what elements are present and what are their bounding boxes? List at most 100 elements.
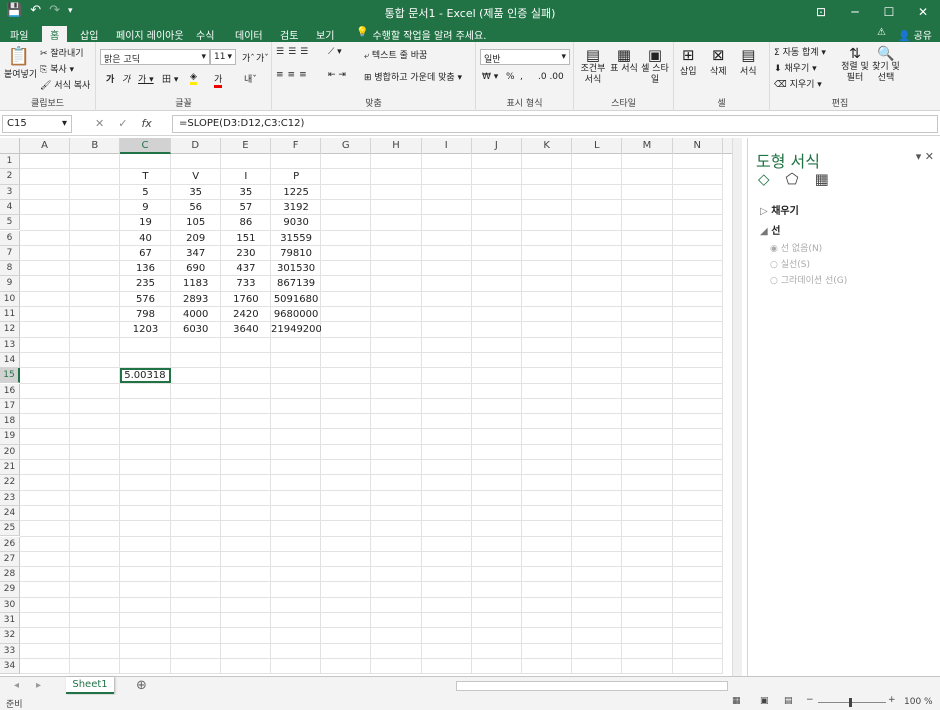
function-icon[interactable]: fx <box>141 117 151 130</box>
conditional-format-button[interactable]: ▤ 조건부 서식 <box>578 46 608 86</box>
table-cell[interactable]: 1760 <box>221 292 271 307</box>
row-header-32[interactable]: 32 <box>0 628 20 644</box>
comma-button[interactable]: , <box>520 72 523 82</box>
close-button[interactable]: ✕ <box>906 0 940 24</box>
table-cell[interactable]: 67 <box>120 246 170 261</box>
merge-center-button[interactable]: ⊞ 병합하고 가운데 맞춤 ▾ <box>364 70 462 83</box>
insert-cells-button[interactable]: ⊞ 삽입 <box>680 46 697 77</box>
table-cell[interactable]: 35 <box>171 185 221 200</box>
row-header-15[interactable]: 15 <box>0 368 20 384</box>
row-header-1[interactable]: 1 <box>0 154 20 170</box>
row-header-19[interactable]: 19 <box>0 429 20 445</box>
format-painter-button[interactable]: 🖌 서식 복사 <box>40 78 90 91</box>
phonetic-button[interactable]: 내ˇ <box>244 72 257 85</box>
font-color-button[interactable]: 가 <box>214 72 223 88</box>
font-name-dropdown[interactable]: 맑은 고딕 ▾ <box>100 49 210 65</box>
table-header-cell[interactable]: I <box>221 169 271 184</box>
close-icon[interactable]: ✕ <box>925 150 934 163</box>
table-header-cell[interactable]: V <box>171 169 221 184</box>
column-header-c[interactable]: C <box>120 138 171 154</box>
underline-button[interactable]: 가 ▾ <box>138 72 154 85</box>
prev-sheet-icon[interactable]: ◂ <box>14 680 19 691</box>
row-header-10[interactable]: 10 <box>0 291 20 307</box>
table-cell[interactable]: 5 <box>120 185 170 200</box>
row-header-3[interactable]: 3 <box>0 184 20 200</box>
zoom-slider-thumb[interactable] <box>849 698 852 707</box>
table-cell[interactable]: 79810 <box>271 246 321 261</box>
border-button[interactable]: 田 ▾ <box>162 72 178 85</box>
selected-cell[interactable]: 5.00318 <box>120 368 171 384</box>
orientation-icon[interactable]: ⟋ ▾ <box>328 47 342 57</box>
line-option-none[interactable]: ◉ 선 없음(N) <box>770 241 847 257</box>
row-header-28[interactable]: 28 <box>0 567 20 583</box>
table-cell[interactable]: 57 <box>221 200 271 215</box>
row-header-23[interactable]: 23 <box>0 490 20 506</box>
table-cell[interactable]: 235 <box>120 276 170 291</box>
vertical-align-icons[interactable]: ☰☰☰ <box>276 47 312 57</box>
table-cell[interactable]: 2420 <box>221 307 271 322</box>
row-header-7[interactable]: 7 <box>0 245 20 262</box>
row-header-22[interactable]: 22 <box>0 475 20 491</box>
find-select-button[interactable]: 🔍 찾기 및 선택 <box>870 46 902 84</box>
worksheet-grid[interactable]: ABCDEFGHIJKLMN 1 2 3 4 5 6 7 8 9 10 11 12 13 14 15 16 17… <box>0 138 732 675</box>
row-header-4[interactable]: 4 <box>0 199 20 216</box>
row-header-26[interactable]: 26 <box>0 536 20 552</box>
column-header-h[interactable]: H <box>371 138 422 154</box>
table-cell[interactable]: 1225 <box>271 185 321 200</box>
fill-line-icon[interactable]: ◇ <box>758 170 770 188</box>
table-cell[interactable]: 6030 <box>171 322 221 337</box>
table-cell[interactable]: 21949200 <box>271 322 321 337</box>
grow-font-button[interactable]: 가ˆ <box>242 51 255 64</box>
zoom-slider[interactable] <box>818 702 886 703</box>
indent-icons[interactable]: ⇤ ⇥ <box>328 70 346 80</box>
row-header-18[interactable]: 18 <box>0 414 20 430</box>
row-header-11[interactable]: 11 <box>0 307 20 323</box>
row-header-24[interactable]: 24 <box>0 505 20 522</box>
table-header-cell[interactable]: T <box>120 169 170 184</box>
maximize-button[interactable]: ☐ <box>872 0 906 24</box>
italic-button[interactable]: 가 <box>122 72 130 85</box>
table-cell[interactable]: 105 <box>171 215 221 230</box>
table-cell[interactable]: 151 <box>221 231 271 246</box>
column-header-n[interactable]: N <box>673 138 723 154</box>
tell-me-box[interactable]: 💡 수행할 작업을 알려 주세요. <box>348 26 494 42</box>
line-option-gradient[interactable]: ○ 그라데이션 선(G) <box>770 273 847 289</box>
horizontal-scrollbar[interactable] <box>456 681 728 691</box>
column-header-f[interactable]: F <box>271 138 322 154</box>
tab-page-layout[interactable]: 페이지 레이아웃 <box>108 26 192 42</box>
effects-icon[interactable]: ⬠ <box>786 170 799 188</box>
number-format-dropdown[interactable]: 일반 ▾ <box>480 49 570 65</box>
table-cell[interactable]: 136 <box>120 261 170 276</box>
minimize-button[interactable]: ─ <box>838 0 872 24</box>
table-cell[interactable]: 798 <box>120 307 170 322</box>
table-header-cell[interactable]: P <box>271 169 321 184</box>
row-header-5[interactable]: 5 <box>0 215 20 231</box>
column-header-g[interactable]: G <box>321 138 372 154</box>
row-header-16[interactable]: 16 <box>0 383 20 399</box>
column-header-b[interactable]: B <box>70 138 121 154</box>
table-cell[interactable]: 9680000 <box>271 307 321 322</box>
row-header-2[interactable]: 2 <box>0 169 20 185</box>
copy-button[interactable]: ⎘ 복사 ▾ <box>40 62 74 75</box>
shrink-font-button[interactable]: 가ˇ <box>256 51 269 64</box>
clear-button[interactable]: ⌫ 지우기 ▾ <box>774 77 822 90</box>
line-option-solid[interactable]: ○ 실선(S) <box>770 257 847 273</box>
font-size-dropdown[interactable]: 11 ▾ <box>210 49 236 65</box>
column-header-l[interactable]: L <box>572 138 623 154</box>
delete-cells-button[interactable]: ⊠ 삭제 <box>710 46 727 77</box>
table-cell[interactable]: 56 <box>171 200 221 215</box>
table-cell[interactable]: 437 <box>221 261 271 276</box>
table-cell[interactable]: 2893 <box>171 292 221 307</box>
table-cell[interactable]: 40 <box>120 231 170 246</box>
normal-view-icon[interactable]: ▦ <box>732 696 741 706</box>
table-cell[interactable]: 576 <box>120 292 170 307</box>
table-cell[interactable]: 690 <box>171 261 221 276</box>
row-header-34[interactable]: 34 <box>0 658 20 675</box>
column-header-j[interactable]: J <box>472 138 522 154</box>
column-header-k[interactable]: K <box>522 138 573 154</box>
table-cell[interactable]: 209 <box>171 231 221 246</box>
column-header-a[interactable]: A <box>20 138 71 154</box>
line-section[interactable]: ◢ 선 <box>760 222 780 237</box>
table-cell[interactable]: 5091680 <box>271 292 321 307</box>
bold-button[interactable]: 가 <box>106 72 114 85</box>
